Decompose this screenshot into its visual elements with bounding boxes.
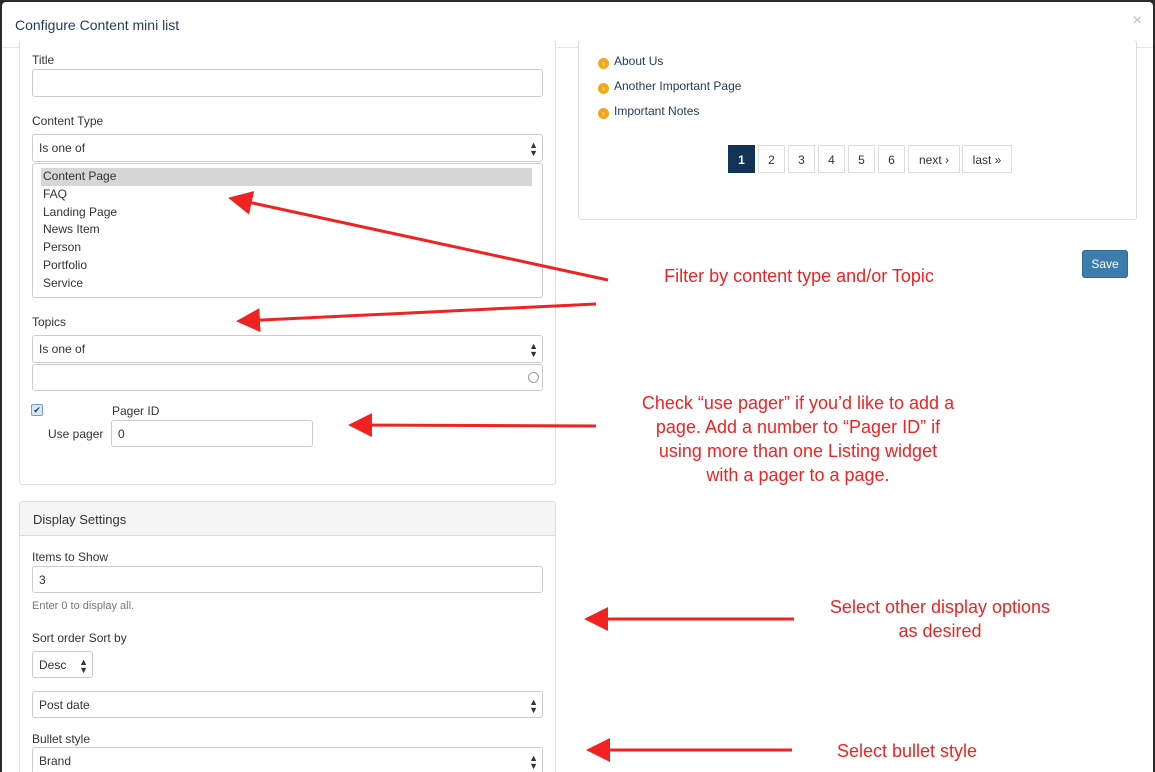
items-help-text: Enter 0 to display all.: [32, 600, 135, 612]
configure-modal: Configure Content mini list × Title Cont…: [2, 2, 1153, 772]
chevron-right-icon: ›: [598, 58, 609, 69]
modal-close-icon[interactable]: ×: [1133, 12, 1142, 30]
use-pager-label: Use pager: [48, 427, 104, 441]
topics-input[interactable]: [32, 364, 543, 391]
content-type-option[interactable]: News Item: [33, 221, 532, 239]
pager-last[interactable]: last »: [962, 145, 1012, 173]
topics-operator-value: Is one of: [39, 342, 86, 356]
chevron-right-icon: ›: [598, 83, 609, 94]
pager-page-6[interactable]: 6: [878, 145, 905, 173]
bullet-style-select[interactable]: Brand ▲ ▼: [32, 747, 543, 772]
pager-page-2[interactable]: 2: [758, 145, 785, 173]
annotation-bullet: Select bullet style: [836, 741, 978, 761]
annotation-pager: Check “use pager” if you’d like to add a…: [641, 393, 955, 485]
content-type-listbox[interactable]: Content Page FAQ Landing Page News Item …: [32, 163, 543, 298]
pager-id-label: Pager ID: [112, 404, 160, 418]
title-input[interactable]: [32, 69, 543, 97]
content-type-option[interactable]: Person: [33, 239, 532, 257]
annotation-filter: Filter by content type and/or Topic: [664, 266, 934, 286]
content-type-option[interactable]: Service: [33, 275, 532, 293]
display-settings-header: Display Settings: [20, 502, 555, 536]
preview-list-item[interactable]: › Important Notes: [598, 104, 699, 119]
content-type-operator-value: Is one of: [39, 141, 86, 155]
sort-order-select[interactable]: Desc ▲ ▼: [32, 651, 93, 678]
pager-next[interactable]: next ›: [908, 145, 960, 173]
content-type-label: Content Type: [32, 114, 104, 128]
title-label: Title: [32, 53, 55, 67]
sort-order-value: Desc: [39, 658, 67, 672]
content-type-option[interactable]: Content Page: [41, 168, 532, 186]
autocomplete-circle-icon: [528, 372, 539, 383]
preview-list-item[interactable]: › About Us: [598, 54, 663, 69]
sort-by-select[interactable]: Post date ▲ ▼: [32, 691, 543, 718]
select-arrows-icon: ▲ ▼: [529, 341, 538, 359]
pager-page-4[interactable]: 4: [818, 145, 845, 173]
pager-page-5[interactable]: 5: [848, 145, 875, 173]
content-type-option[interactable]: FAQ: [33, 186, 532, 204]
chevron-right-icon: ›: [598, 108, 609, 119]
topics-operator-select[interactable]: Is one of ▲ ▼: [32, 335, 543, 363]
bullet-style-label: Bullet style: [32, 732, 91, 746]
select-arrows-icon: ▲ ▼: [79, 657, 88, 675]
sort-by-value: Post date: [39, 698, 90, 712]
select-arrows-icon: ▲ ▼: [529, 140, 538, 158]
modal-title: Configure Content mini list: [15, 17, 180, 33]
topics-label: Topics: [32, 315, 67, 329]
pager-id-input[interactable]: [111, 420, 313, 447]
check-icon: ✔: [33, 405, 41, 415]
content-type-option[interactable]: Portfolio: [33, 257, 532, 275]
content-type-operator-select[interactable]: Is one of ▲ ▼: [32, 134, 543, 162]
display-settings-title: Display Settings: [33, 512, 127, 527]
preview-list-item[interactable]: › Another Important Page: [598, 79, 741, 94]
annotation-display: Select other display options as desired: [829, 597, 1051, 641]
select-arrows-icon: ▲ ▼: [529, 753, 538, 771]
pager-page-1[interactable]: 1: [728, 145, 755, 173]
bullet-style-value: Brand: [39, 754, 72, 768]
items-to-show-label: Items to Show: [32, 550, 109, 564]
select-arrows-icon: ▲ ▼: [529, 697, 538, 715]
pager-page-3[interactable]: 3: [788, 145, 815, 173]
items-to-show-input[interactable]: [32, 566, 543, 593]
use-pager-checkbox[interactable]: ✔: [31, 404, 43, 416]
content-type-option[interactable]: Landing Page: [33, 204, 532, 222]
save-button[interactable]: Save: [1082, 250, 1128, 278]
sort-label: Sort order Sort by: [32, 631, 127, 645]
